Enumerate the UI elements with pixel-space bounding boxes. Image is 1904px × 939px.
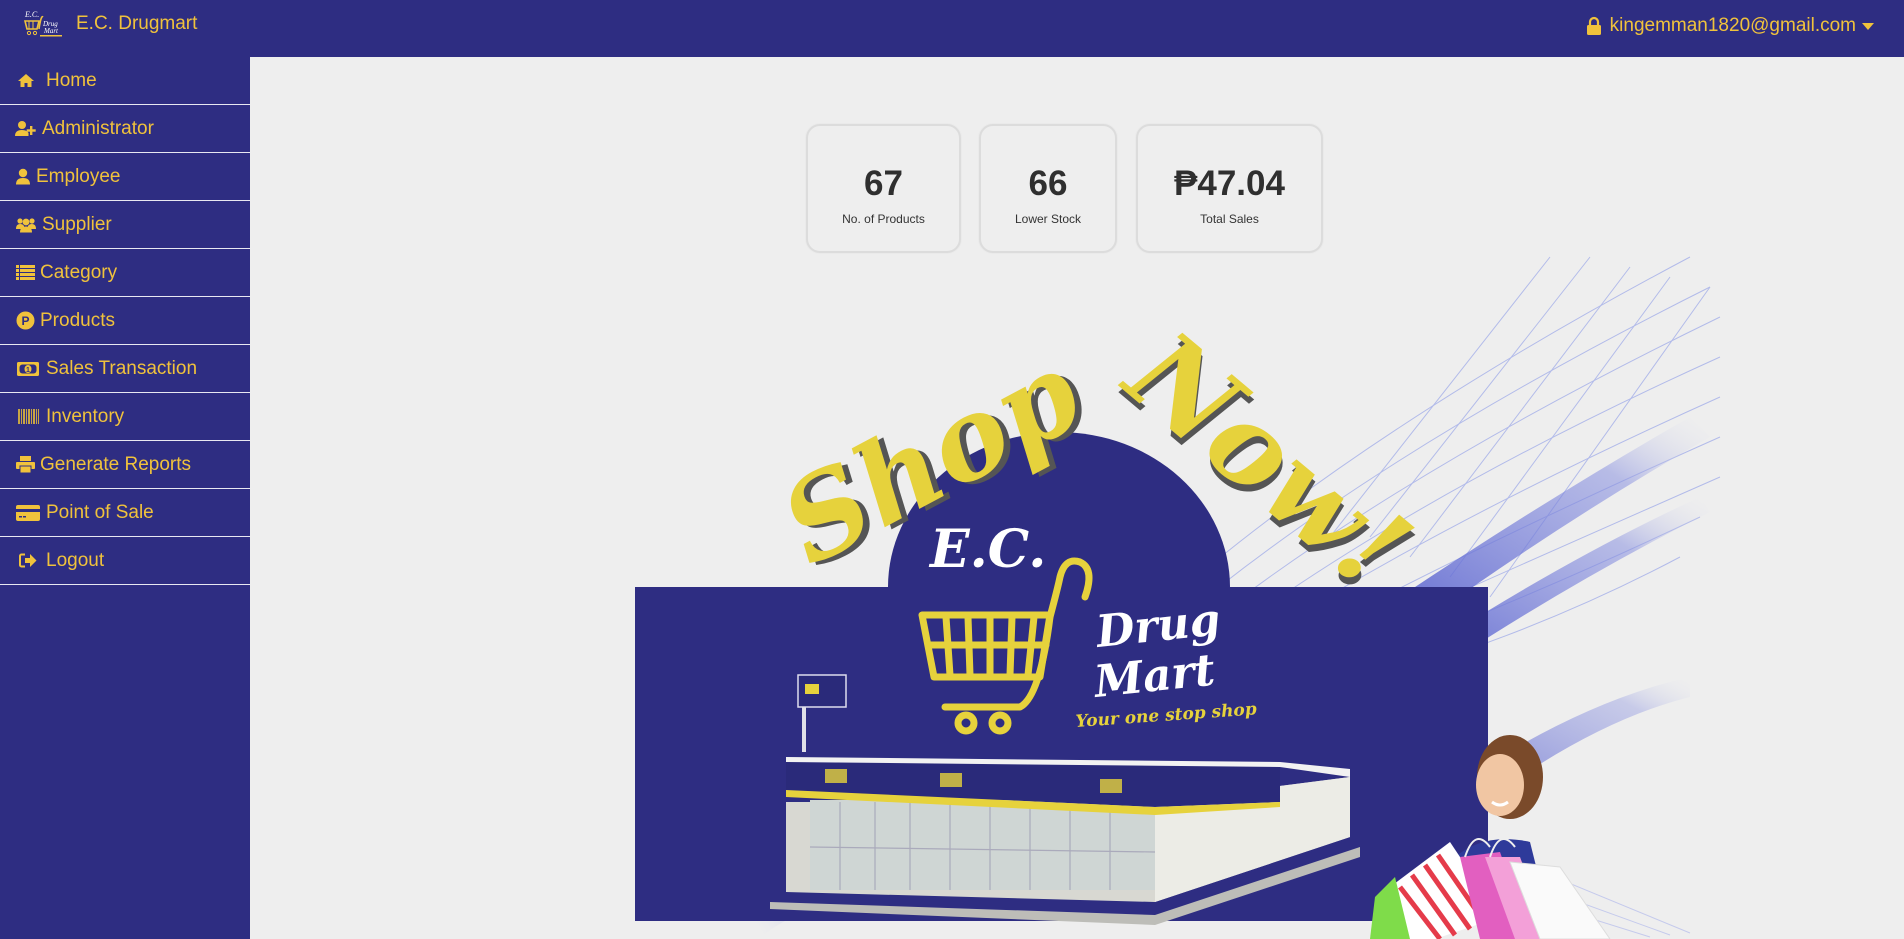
sidebar-item-label: Generate Reports xyxy=(40,453,192,475)
sidebar-item-label: Products xyxy=(40,309,115,331)
money-bill-icon: 1 xyxy=(15,360,41,378)
stat-label: Lower Stock xyxy=(1014,212,1082,226)
sidebar-item-label: Logout xyxy=(46,549,105,571)
stat-card-total-sales: ₱47.04 Total Sales xyxy=(1136,124,1323,253)
stat-value: 66 xyxy=(1028,164,1068,203)
stat-label: Total Sales xyxy=(1200,212,1259,226)
banner-logo-ec: E.C. xyxy=(928,519,1046,580)
sidebar-item-category[interactable]: Category xyxy=(0,249,250,297)
barcode-icon xyxy=(15,408,41,426)
svg-text:P: P xyxy=(21,314,29,328)
stat-value: 67 xyxy=(864,164,903,203)
peso-circle-icon: P xyxy=(15,311,35,330)
sidebar-item-inventory[interactable]: Inventory xyxy=(0,393,250,441)
sidebar: Home Administrator Employee Supplier Cat… xyxy=(0,57,250,939)
user-menu-dropdown[interactable]: kingemman1820@gmail.com xyxy=(1586,15,1874,37)
users-icon xyxy=(15,216,37,234)
stat-value: ₱47.04 xyxy=(1174,164,1285,203)
sidebar-item-label: Supplier xyxy=(42,213,112,235)
user-icon xyxy=(15,168,31,186)
sidebar-item-administrator[interactable]: Administrator xyxy=(0,105,250,153)
sidebar-item-products[interactable]: P Products xyxy=(0,297,250,345)
user-email: kingemman1820@gmail.com xyxy=(1609,15,1856,36)
sidebar-item-point-of-sale[interactable]: Point of Sale xyxy=(0,489,250,537)
sidebar-item-sales-transaction[interactable]: 1 Sales Transaction xyxy=(0,345,250,393)
credit-card-icon xyxy=(15,504,41,522)
svg-text:1: 1 xyxy=(26,367,30,374)
brand[interactable]: E.C. Drug Mart E.C. Drugmart xyxy=(22,9,197,39)
sidebar-item-generate-reports[interactable]: Generate Reports xyxy=(0,441,250,489)
sidebar-item-label: Point of Sale xyxy=(46,501,154,523)
print-icon xyxy=(15,456,35,474)
sidebar-item-label: Employee xyxy=(36,165,121,187)
sidebar-item-employee[interactable]: Employee xyxy=(0,153,250,201)
sidebar-item-label: Inventory xyxy=(46,405,125,427)
stat-card-products: 67 No. of Products xyxy=(806,124,961,253)
list-icon xyxy=(15,264,35,282)
main-content: Shop Shop Now! Now! E.C. Drug Mart Your … xyxy=(250,57,1904,939)
lock-icon xyxy=(1586,16,1602,36)
svg-text:Mart: Mart xyxy=(43,27,59,35)
brand-logo-icon: E.C. Drug Mart xyxy=(22,9,66,39)
sidebar-item-label: Category xyxy=(40,261,118,283)
sidebar-item-label: Administrator xyxy=(42,117,154,139)
sidebar-item-label: Home xyxy=(46,69,97,91)
svg-text:E.C.: E.C. xyxy=(24,10,39,19)
sidebar-item-label: Sales Transaction xyxy=(46,357,198,379)
home-icon xyxy=(15,72,37,90)
caret-down-icon xyxy=(1862,22,1874,30)
logout-icon xyxy=(15,552,41,570)
stat-card-lower-stock: 66 Lower Stock xyxy=(979,124,1117,253)
sidebar-item-home[interactable]: Home xyxy=(0,57,250,105)
user-plus-icon xyxy=(15,120,37,138)
sidebar-item-supplier[interactable]: Supplier xyxy=(0,201,250,249)
brand-name: E.C. Drugmart xyxy=(76,13,198,34)
stat-label: No. of Products xyxy=(842,212,925,226)
top-navbar: E.C. Drug Mart E.C. Drugmart kingemman18… xyxy=(0,0,1904,57)
sidebar-item-logout[interactable]: Logout xyxy=(0,537,250,585)
